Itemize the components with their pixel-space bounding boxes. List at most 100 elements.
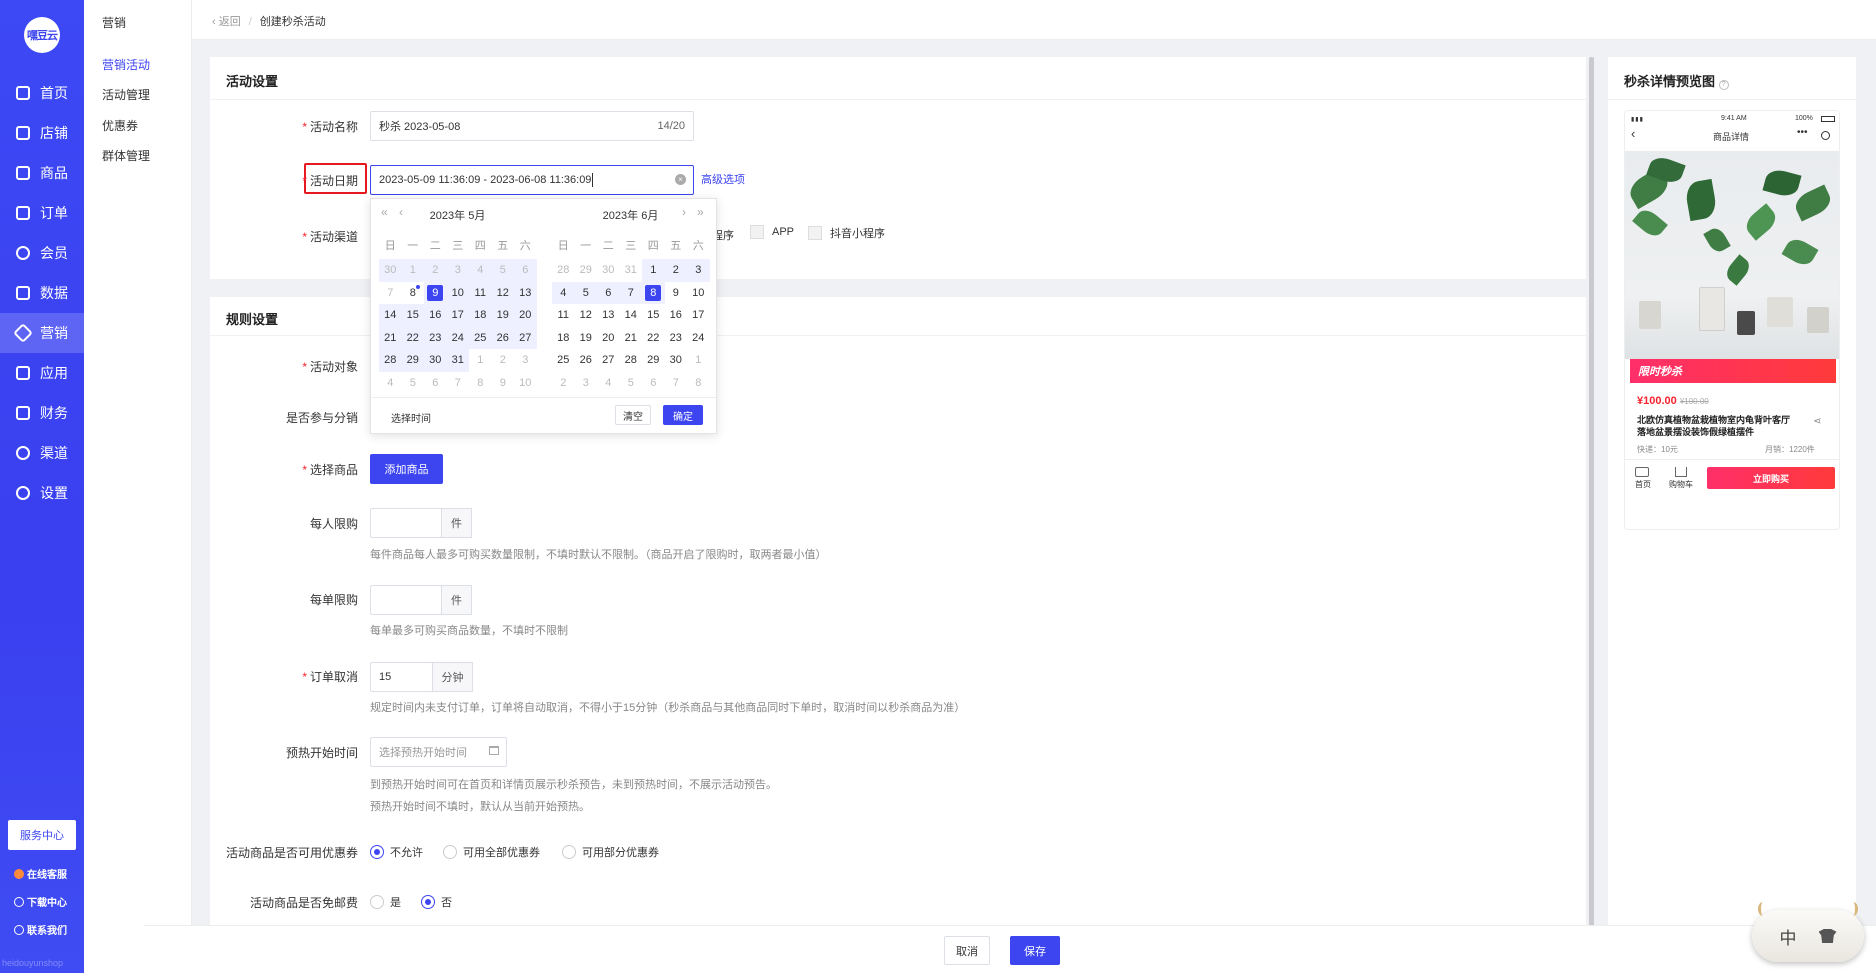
day-cell[interactable]: 14 <box>620 304 643 327</box>
back-arrow-icon[interactable]: ‹ <box>1631 126 1635 141</box>
day-cell[interactable]: 12 <box>491 281 514 304</box>
clear-icon[interactable]: × <box>675 174 686 185</box>
preheat-time-picker[interactable]: 选择预热开始时间 <box>370 737 507 767</box>
clear-button[interactable]: 清空 <box>615 405 651 425</box>
day-cell[interactable]: 6 <box>514 259 537 282</box>
day-cell[interactable]: 28 <box>379 349 402 372</box>
day-cell[interactable]: 11 <box>469 281 492 304</box>
day-cell[interactable]: 23 <box>424 326 447 349</box>
day-cell[interactable]: 6 <box>642 372 665 395</box>
save-button[interactable]: 保存 <box>1010 936 1060 965</box>
buy-now-button[interactable]: 立即购买 <box>1707 467 1835 489</box>
day-cell[interactable]: 25 <box>469 326 492 349</box>
day-cell[interactable]: 17 <box>687 304 710 327</box>
day-cell[interactable]: 29 <box>642 349 665 372</box>
day-cell[interactable]: 18 <box>552 327 575 350</box>
day-cell[interactable]: 28 <box>620 349 643 372</box>
day-cell[interactable]: 14 <box>379 304 402 327</box>
day-cell[interactable]: 5 <box>491 259 514 282</box>
day-cell[interactable]: 16 <box>424 304 447 327</box>
contact-us-link[interactable]: 联系我们 <box>14 922 67 937</box>
free-shipping-yes[interactable]: 是 <box>370 894 401 910</box>
day-cell[interactable]: 9 <box>492 372 515 395</box>
ime-toolbar[interactable]: 中 <box>1752 902 1864 962</box>
day-cell[interactable]: 24 <box>687 327 710 350</box>
nav-item-settings[interactable]: 设置 <box>0 473 84 513</box>
nav-item-member[interactable]: 会员 <box>0 233 84 273</box>
preview-home-label[interactable]: 首页 <box>1635 479 1651 490</box>
day-cell[interactable]: 10 <box>514 372 537 395</box>
day-cell[interactable]: 5 <box>620 372 643 395</box>
day-cell[interactable]: 19 <box>575 327 598 350</box>
service-center-button[interactable]: 服务中心 <box>8 820 76 850</box>
order-cancel-input[interactable]: 15 <box>370 662 433 692</box>
day-cell[interactable]: 20 <box>514 304 537 327</box>
day-cell[interactable]: 2 <box>664 259 687 282</box>
day-cell[interactable]: 13 <box>597 304 620 327</box>
day-cell-today[interactable]: 8 <box>402 282 425 305</box>
day-cell-range-start[interactable]: 9 <box>424 281 447 304</box>
day-cell[interactable]: 5 <box>574 281 597 304</box>
day-cell[interactable]: 20 <box>597 327 620 350</box>
info-icon[interactable]: ? <box>1718 80 1729 90</box>
day-cell[interactable]: 23 <box>665 327 688 350</box>
day-cell[interactable]: 1 <box>469 349 492 372</box>
submenu-item-campaigns[interactable]: 营销活动 <box>102 56 150 73</box>
day-cell[interactable]: 11 <box>552 304 575 327</box>
day-cell[interactable]: 30 <box>379 259 402 282</box>
nav-item-home[interactable]: 首页 <box>0 73 84 113</box>
day-cell[interactable]: 19 <box>491 304 514 327</box>
nav-item-marketing[interactable]: 营销 <box>0 313 84 353</box>
cart-icon[interactable] <box>1675 467 1687 477</box>
add-goods-button[interactable]: 添加商品 <box>370 454 443 484</box>
day-cell[interactable]: 31 <box>446 349 469 372</box>
online-support-link[interactable]: 在线客服 <box>14 866 67 881</box>
nav-item-apps[interactable]: 应用 <box>0 353 84 393</box>
day-cell[interactable]: 10 <box>446 281 469 304</box>
day-cell[interactable]: 8 <box>687 372 710 395</box>
day-cell[interactable]: 28 <box>552 259 575 282</box>
confirm-button[interactable]: 确定 <box>663 405 703 425</box>
day-cell[interactable]: 2 <box>424 259 447 282</box>
day-cell[interactable]: 4 <box>379 372 402 395</box>
day-cell[interactable]: 21 <box>620 327 643 350</box>
day-cell[interactable]: 3 <box>446 259 469 282</box>
day-cell[interactable]: 29 <box>575 259 598 282</box>
day-cell[interactable]: 4 <box>552 281 575 304</box>
per-person-limit-input[interactable] <box>370 508 442 538</box>
day-cell[interactable]: 8 <box>469 372 492 395</box>
day-cell[interactable]: 10 <box>687 282 710 305</box>
day-cell[interactable]: 26 <box>491 326 514 349</box>
content-scrollbar[interactable] <box>1589 57 1594 927</box>
select-time-link[interactable]: 选择时间 <box>391 410 431 425</box>
nav-item-store[interactable]: 店铺 <box>0 113 84 153</box>
coupon-option-all[interactable]: 可用全部优惠券 <box>443 844 540 860</box>
day-cell[interactable]: 1 <box>642 259 665 282</box>
back-link[interactable]: ‹ 返回 <box>212 16 241 28</box>
day-cell[interactable]: 15 <box>401 304 424 327</box>
skin-shirt-icon[interactable] <box>1818 929 1837 943</box>
day-cell[interactable]: 31 <box>620 259 643 282</box>
activity-date-range-input[interactable]: 2023-05-09 11:36:09 - 2023-06-08 11:36:0… <box>370 165 694 195</box>
day-cell[interactable]: 30 <box>424 349 447 372</box>
coupon-option-partial[interactable]: 可用部分优惠券 <box>562 844 659 860</box>
day-cell[interactable]: 3 <box>514 349 537 372</box>
free-shipping-no[interactable]: 否 <box>421 894 452 910</box>
brand-logo[interactable]: 嘿豆云 <box>24 17 60 53</box>
nav-item-order[interactable]: 订单 <box>0 193 84 233</box>
day-cell[interactable]: 21 <box>379 326 402 349</box>
day-cell[interactable]: 7 <box>619 281 642 304</box>
day-cell[interactable]: 7 <box>379 282 402 305</box>
date-range-picker[interactable]: « ‹ 2023年 5月 日一二三四五六 30 1 2 3 4 5 6 7 8 9 10 11 12 1… <box>370 198 717 434</box>
channel-app-checkbox[interactable]: APP <box>750 225 794 239</box>
day-cell[interactable]: 22 <box>401 326 424 349</box>
day-cell[interactable]: 22 <box>642 327 665 350</box>
day-cell[interactable]: 29 <box>401 349 424 372</box>
day-cell[interactable]: 4 <box>469 259 492 282</box>
day-cell[interactable]: 1 <box>687 349 710 372</box>
submenu-item-groups[interactable]: 群体管理 <box>102 147 150 164</box>
day-cell-range-end[interactable]: 8 <box>642 281 665 304</box>
day-cell[interactable]: 2 <box>492 349 515 372</box>
per-order-limit-input[interactable] <box>370 585 442 615</box>
day-cell[interactable]: 16 <box>665 304 688 327</box>
